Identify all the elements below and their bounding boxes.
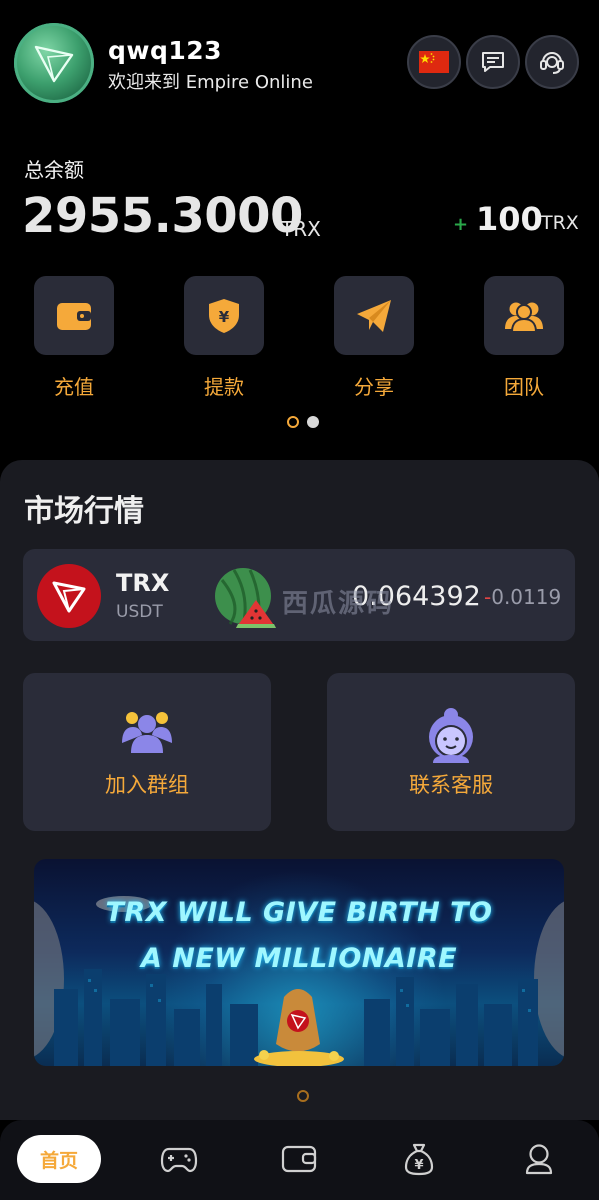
wallet-icon (57, 302, 91, 330)
trx-coin-icon (37, 564, 101, 628)
welcome-text: 欢迎来到 Empire Online (108, 72, 313, 93)
card-label: 联系客服 (409, 773, 493, 797)
action-label: 分享 (354, 375, 394, 399)
bonus-sign: + (453, 214, 469, 235)
deposit-icon-box[interactable] (34, 276, 114, 355)
action-withdraw[interactable]: ¥ 提款 (184, 276, 264, 400)
promo-banner[interactable]: TRX WILL GIVE BIRTH TO A NEW MILLIONAIRE (34, 859, 564, 1066)
svg-text:¥: ¥ (414, 1158, 423, 1173)
customer-service-icon (540, 52, 564, 74)
ticker-quote: USDT (116, 602, 163, 622)
tron-logo-icon (34, 45, 74, 83)
user-icon (525, 1144, 553, 1175)
withdraw-icon-box[interactable]: ¥ (184, 276, 264, 355)
card-label: 加入群组 (105, 773, 189, 797)
contact-support-card[interactable]: 联系客服 (327, 673, 575, 831)
support-agent-icon (429, 708, 473, 763)
action-label: 提款 (204, 375, 244, 399)
banner-headline-1: TRX WILL GIVE BIRTH TO (105, 897, 493, 928)
svg-text:¥: ¥ (219, 308, 230, 326)
carousel-dot[interactable] (307, 416, 319, 428)
nav-finance[interactable]: ¥ (389, 1135, 449, 1183)
team-icon (505, 302, 543, 333)
carousel-dot-active[interactable] (287, 416, 299, 428)
wallet-icon (281, 1145, 317, 1173)
china-flag-icon (419, 51, 449, 73)
header: qwq123 欢迎来到 Empire Online (0, 0, 599, 130)
ticker-change: -0.0119 (484, 585, 561, 609)
nav-wallet[interactable] (269, 1135, 329, 1183)
bottom-nav: 首页 ¥ (0, 1120, 599, 1200)
action-team[interactable]: 团队 (484, 276, 564, 400)
nav-games[interactable] (149, 1135, 209, 1183)
message-icon (482, 52, 504, 72)
share-icon-box[interactable] (334, 276, 414, 355)
nav-home[interactable]: 首页 (17, 1135, 101, 1183)
balance-value: 2955.3000 (22, 188, 303, 244)
watermark-text: 西瓜源码 (282, 589, 395, 619)
team-icon-box[interactable] (484, 276, 564, 355)
bonus-value: 100 (476, 200, 543, 238)
banner-dot[interactable] (297, 1090, 309, 1102)
paper-plane-icon (357, 299, 391, 332)
avatar[interactable] (14, 23, 94, 103)
join-group-card[interactable]: 加入群组 (23, 673, 271, 831)
action-share[interactable]: 分享 (334, 276, 414, 400)
balance-unit: TRX (281, 217, 321, 241)
bonus-unit: TRX (541, 212, 579, 234)
nav-profile[interactable] (509, 1135, 569, 1183)
action-label: 充值 (54, 375, 94, 399)
money-bag-icon: ¥ (404, 1143, 434, 1176)
ticker-symbol: TRX (116, 569, 170, 597)
banner-headline-2: A NEW MILLIONAIRE (140, 943, 458, 974)
action-label: 团队 (504, 375, 544, 399)
balance-label: 总余额 (24, 158, 84, 182)
change-value: 0.0119 (491, 585, 562, 609)
username: qwq123 (108, 36, 223, 65)
action-deposit[interactable]: 充值 (34, 276, 114, 400)
gamepad-icon (160, 1147, 198, 1173)
carousel-dots (287, 416, 319, 428)
group-icon (122, 712, 172, 753)
shield-yen-icon: ¥ (209, 298, 239, 333)
market-title: 市场行情 (24, 494, 144, 529)
language-button[interactable] (407, 35, 461, 89)
messages-button[interactable] (466, 35, 520, 89)
customer-service-button[interactable] (525, 35, 579, 89)
